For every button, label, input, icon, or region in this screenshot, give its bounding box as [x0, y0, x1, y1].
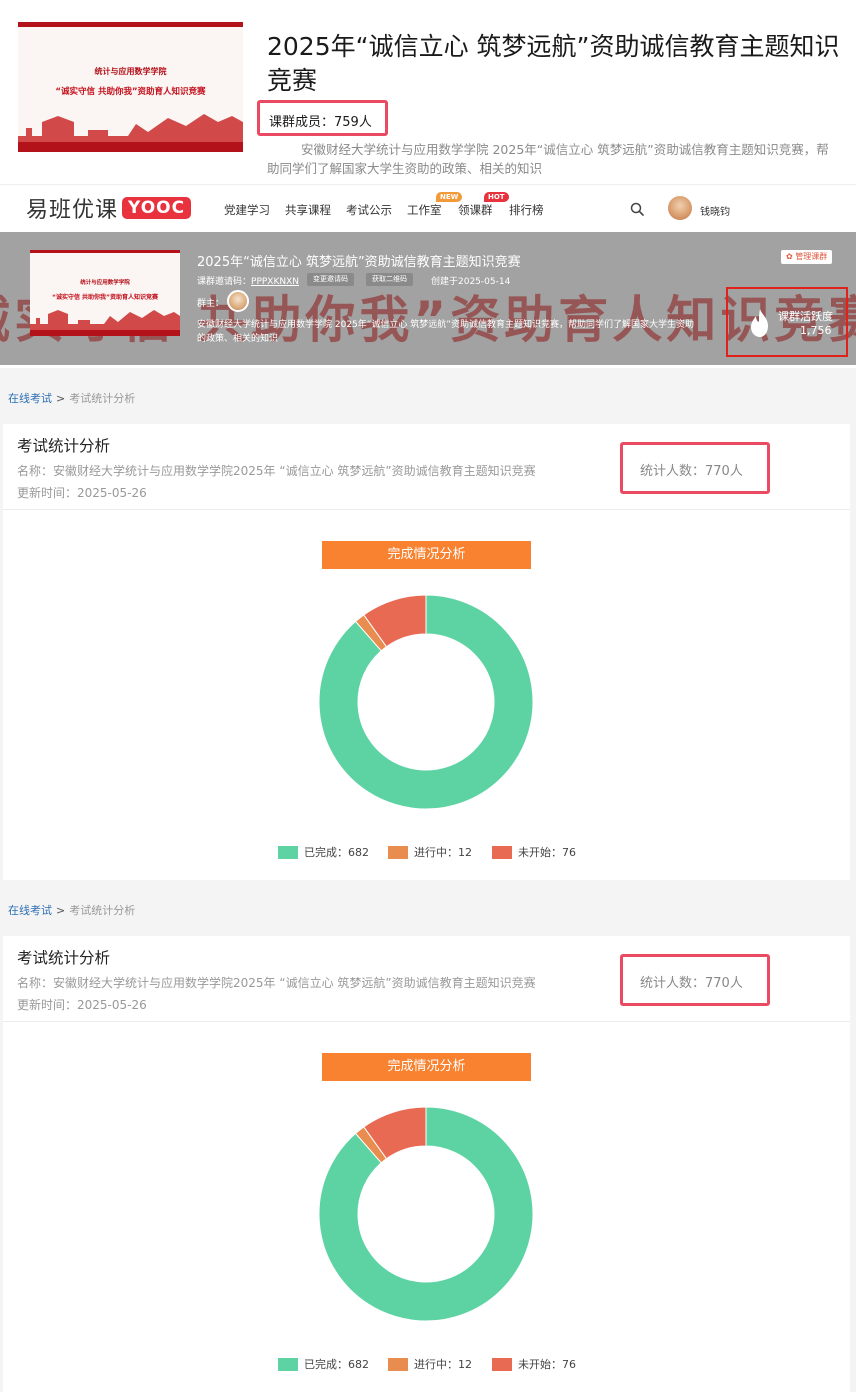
- activity-label: 课群活跃度: [778, 310, 833, 323]
- chart-title: 完成情况分析: [322, 541, 531, 569]
- exam-name: 名称：安徽财经大学统计与应用数学学院2025年 “诚信立心 筑梦远航”资助诚信教…: [17, 464, 536, 478]
- breadcrumb: 在线考试 > 考试统计分析: [8, 390, 135, 406]
- chart-title: 完成情况分析: [322, 1053, 531, 1081]
- panel-header: 考试统计分析 名称：安徽财经大学统计与应用数学学院2025年 “诚信立心 筑梦远…: [3, 424, 850, 510]
- breadcrumb-current: 考试统计分析: [69, 392, 136, 405]
- top-navbar: 易班优课 YOOC 党建学习 共享课程 考试公示 工作室 NEW 领课群 HOT…: [0, 184, 856, 232]
- chart-legend: 已完成：682 进行中：12 未开始：76: [3, 1356, 850, 1372]
- legend-label: 进行中：12: [414, 846, 472, 859]
- hero-cover-image: 统计与应用数学学院 “诚实守信 共助你我”资助育人知识竞赛: [30, 250, 180, 336]
- participant-count: 统计人数：770人: [640, 464, 743, 479]
- course-cover-image[interactable]: 统计与应用数学学院 “诚实守信 共助你我”资助育人知识竞赛: [18, 22, 243, 152]
- cover-subtitle: 统计与应用数学学院: [94, 67, 167, 76]
- cover-top-band: [30, 250, 180, 254]
- course-description: 安徽财经大学统计与应用数学学院 2025年“诚信立心 筑梦远航”资助诚信教育主题…: [267, 142, 829, 176]
- participant-count: 统计人数：770人: [640, 976, 743, 991]
- legend-label: 未开始：76: [518, 1358, 576, 1371]
- legend-item-in-progress[interactable]: 进行中：12: [388, 844, 472, 860]
- legend-swatch: [388, 1357, 408, 1371]
- new-badge: NEW: [436, 192, 463, 202]
- cover-bottom-band: [18, 144, 243, 152]
- hero-course-title: 2025年“诚信立心 筑梦远航”资助诚信教育主题知识竞赛: [197, 255, 521, 270]
- nav-item-party-study[interactable]: 党建学习: [224, 202, 270, 218]
- cover-bottom-band: [30, 330, 180, 336]
- nav-item-ranking[interactable]: 排行榜: [509, 202, 544, 218]
- panel-title: 考试统计分析: [17, 949, 111, 967]
- chart-legend: 已完成：682 进行中：12 未开始：76: [3, 844, 850, 860]
- panel-title: 考试统计分析: [17, 437, 111, 455]
- completion-donut-chart[interactable]: [319, 1107, 533, 1321]
- members-count: 课群成员：759人: [269, 115, 372, 130]
- legend-item-completed[interactable]: 已完成：682: [278, 844, 369, 860]
- cover-subtitle: 统计与应用数学学院: [80, 280, 130, 286]
- exam-stats-section: 在线考试 > 考试统计分析 考试统计分析 名称：安徽财经大学统计与应用数学学院202…: [0, 368, 856, 880]
- logo-badge: YOOC: [122, 197, 192, 219]
- legend-item-not-started[interactable]: 未开始：76: [492, 844, 576, 860]
- course-title[interactable]: 2025年“诚信立心 筑梦远航”资助诚信教育主题知识竞赛: [267, 30, 842, 98]
- breadcrumb: 在线考试 > 考试统计分析: [8, 902, 135, 918]
- update-time: 更新时间：2025-05-26: [17, 486, 147, 500]
- cover-skyline: [18, 114, 243, 152]
- update-time: 更新时间：2025-05-26: [17, 998, 147, 1012]
- activity-value: 1,756: [800, 324, 832, 337]
- panel-header: 考试统计分析 名称：安徽财经大学统计与应用数学学院2025年 “诚信立心 筑梦远…: [3, 936, 850, 1022]
- legend-swatch: [278, 845, 298, 859]
- flame-icon: [751, 309, 768, 337]
- cover-top-band: [18, 22, 243, 28]
- hero-description: 安徽财经大学统计与应用数学学院 2025年“诚信立心 筑梦远航”资助诚信教育主题…: [197, 320, 694, 344]
- breadcrumb-separator: >: [56, 392, 66, 405]
- legend-item-completed[interactable]: 已完成：682: [278, 1356, 369, 1372]
- created-date: 创建于2025-05-14: [431, 277, 511, 287]
- legend-item-in-progress[interactable]: 进行中：12: [388, 1356, 472, 1372]
- legend-swatch: [492, 845, 512, 859]
- legend-swatch: [388, 845, 408, 859]
- invite-code[interactable]: PPPXKNXN: [251, 277, 299, 287]
- exam-name: 名称：安徽财经大学统计与应用数学学院2025年 “诚信立心 筑梦远航”资助诚信教…: [17, 976, 536, 990]
- manage-group-label: 管理课群: [795, 252, 828, 261]
- course-card: 统计与应用数学学院 “诚实守信 共助你我”资助育人知识竞赛 2025年“诚信立心…: [0, 0, 856, 184]
- nav-item-claim-group[interactable]: 领课群: [458, 202, 493, 218]
- search-icon[interactable]: [630, 202, 644, 216]
- user-name[interactable]: 钱晓钧: [700, 203, 730, 218]
- count-highlight: 统计人数：770人: [620, 954, 770, 1006]
- get-qrcode-button[interactable]: 获取二维码: [366, 273, 413, 286]
- gear-icon: ✿: [786, 252, 796, 261]
- invite-code-label: 课群邀请码：: [197, 277, 252, 287]
- change-invite-code-button[interactable]: 变更邀请码: [307, 273, 354, 286]
- completion-donut-chart[interactable]: [319, 595, 533, 809]
- legend-label: 已完成：682: [304, 846, 369, 859]
- breadcrumb-online-exam[interactable]: 在线考试: [8, 392, 52, 405]
- nav-item-studio[interactable]: 工作室: [407, 202, 442, 218]
- exam-stats-panel: 考试统计分析 名称：安徽财经大学统计与应用数学学院2025年 “诚信立心 筑梦远…: [3, 424, 850, 880]
- legend-item-not-started[interactable]: 未开始：76: [492, 1356, 576, 1372]
- yooc-logo[interactable]: 易班优课 YOOC: [26, 194, 192, 223]
- logo-text: 易班优课: [26, 198, 119, 223]
- manage-group-button[interactable]: ✿ 管理课群: [781, 250, 833, 264]
- breadcrumb-current: 考试统计分析: [69, 904, 136, 917]
- legend-swatch: [278, 1357, 298, 1371]
- members-highlight: 课群成员：759人: [257, 100, 388, 136]
- owner-avatar[interactable]: [227, 290, 249, 312]
- owner-label: 群主：: [197, 299, 225, 309]
- hot-badge: HOT: [484, 192, 509, 202]
- invite-code-row: 课群邀请码：PPPXKNXN: [197, 274, 299, 287]
- user-avatar[interactable]: [668, 196, 692, 220]
- nav-item-shared-courses[interactable]: 共享课程: [285, 202, 331, 218]
- nav-item-exam-notice[interactable]: 考试公示: [346, 202, 392, 218]
- legend-label: 未开始：76: [518, 846, 576, 859]
- exam-stats-panel: 考试统计分析 名称：安徽财经大学统计与应用数学学院2025年 “诚信立心 筑梦远…: [3, 936, 850, 1392]
- exam-stats-section: 在线考试 > 考试统计分析 考试统计分析 名称：安徽财经大学统计与应用数学学院202…: [0, 880, 856, 1392]
- legend-label: 已完成：682: [304, 1358, 369, 1371]
- legend-label: 进行中：12: [414, 1358, 472, 1371]
- breadcrumb-online-exam[interactable]: 在线考试: [8, 904, 52, 917]
- legend-swatch: [492, 1357, 512, 1371]
- count-highlight: 统计人数：770人: [620, 442, 770, 494]
- breadcrumb-separator: >: [56, 904, 66, 917]
